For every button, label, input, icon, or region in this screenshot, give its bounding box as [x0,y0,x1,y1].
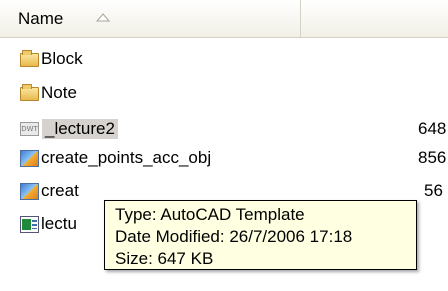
file-size: 648 [418,119,447,138]
excel-file-icon [20,215,39,233]
file-size: 856 [418,148,447,167]
file-size: 56 [424,181,443,200]
list-item[interactable]: creat [20,178,79,203]
folder-icon [20,49,39,67]
list-item[interactable]: Note [20,80,77,105]
column-header-bar: Name [0,0,448,38]
folder-icon [20,83,39,101]
list-item[interactable]: Block [20,46,83,71]
name-column-header[interactable]: Name [0,0,301,37]
sort-ascending-icon [96,13,110,22]
obj-file-icon [20,182,39,200]
file-name: _lecture2 [42,118,118,139]
file-name: creat [41,180,79,200]
file-info-tooltip: Type: AutoCAD Template Date Modified: 26… [104,200,417,270]
tooltip-type: Type: AutoCAD Template [115,205,305,224]
file-name: create_points_acc_obj [41,147,212,167]
list-item-selected[interactable]: DWT _lecture2 [20,116,118,141]
dwt-file-icon: DWT [20,121,39,137]
tooltip-size: Size: 647 KB [115,249,214,268]
file-name: Note [41,82,77,102]
obj-file-icon [20,149,39,167]
file-name: lectu [41,213,77,233]
name-column-label: Name [18,9,64,28]
file-name: Block [41,48,83,68]
list-item[interactable]: lectu [20,211,77,236]
list-item[interactable]: create_points_acc_obj [20,145,211,170]
tooltip-date-modified: Date Modified: 26/7/2006 17:18 [115,227,353,246]
